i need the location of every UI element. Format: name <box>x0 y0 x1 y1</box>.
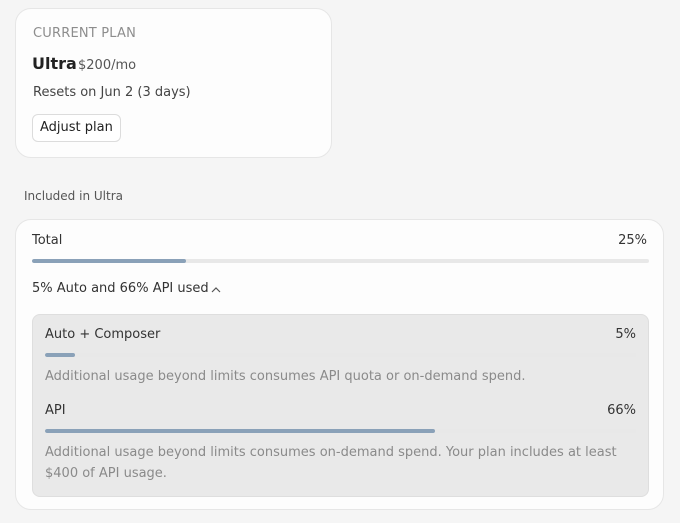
total-progress-fill <box>32 259 187 263</box>
auto-composer-label: Auto + Composer <box>45 327 161 342</box>
plan-reset-date: Resets on Jun 2 (3 days) <box>33 85 191 100</box>
plan-name: Ultra <box>32 54 77 73</box>
usage-breakdown-panel: Auto + Composer 5% Additional usage beyo… <box>32 314 649 497</box>
usage-card: Total 25% 5% Auto and 66% API used Auto … <box>15 219 664 510</box>
total-percent: 25% <box>618 233 647 248</box>
api-note: Additional usage beyond limits consumes … <box>45 445 617 481</box>
usage-breakdown-toggle-label: 5% Auto and 66% API used <box>32 281 209 296</box>
total-progress-track <box>32 259 649 263</box>
plan-price: $200/mo <box>78 58 137 73</box>
api-progress-track <box>45 429 636 433</box>
plan-eyebrow: CURRENT PLAN <box>33 26 137 41</box>
api-percent: 66% <box>607 403 636 418</box>
adjust-plan-button[interactable]: Adjust plan <box>32 114 121 142</box>
auto-composer-percent: 5% <box>615 327 636 342</box>
included-section-label: Included in Ultra <box>24 189 123 203</box>
auto-composer-note: Additional usage beyond limits consumes … <box>45 369 526 384</box>
total-label: Total <box>32 233 63 248</box>
usage-breakdown-toggle[interactable]: 5% Auto and 66% API used <box>32 280 221 297</box>
chevron-up-icon <box>211 282 221 297</box>
plan-card: CURRENT PLAN Ultra $200/mo Resets on Jun… <box>15 8 332 158</box>
auto-composer-progress-track <box>45 353 636 357</box>
api-progress-fill <box>45 429 436 433</box>
api-label: API <box>45 403 66 418</box>
auto-composer-progress-fill <box>45 353 75 357</box>
